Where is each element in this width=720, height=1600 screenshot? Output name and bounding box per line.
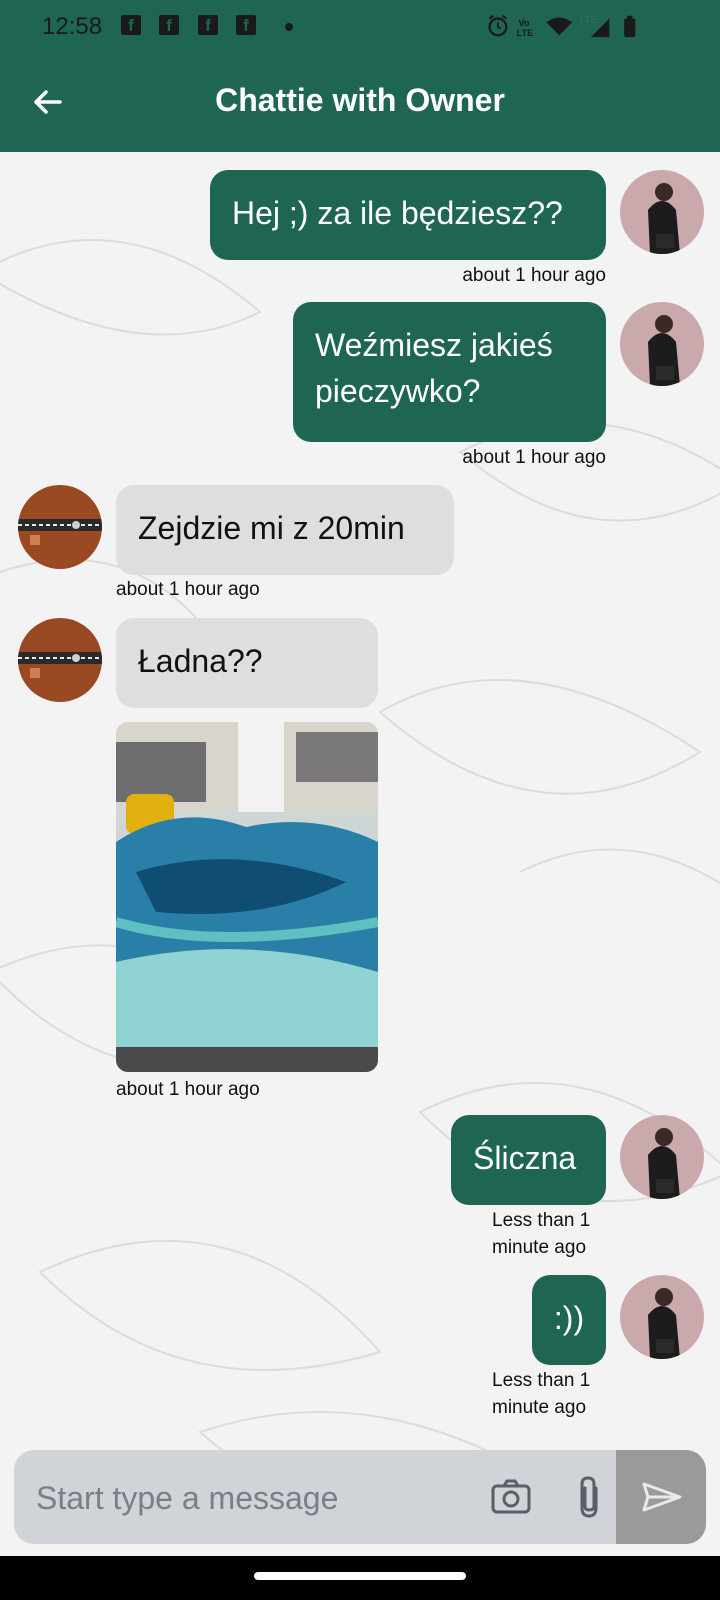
- resin-bowl-photo: [116, 722, 378, 1072]
- facebook-icon: f: [236, 15, 256, 35]
- avatar[interactable]: [18, 485, 102, 569]
- avatar[interactable]: [18, 618, 102, 702]
- battery-icon: [624, 15, 636, 38]
- message-timestamp: about 1 hour ago: [462, 447, 606, 468]
- user-avatar-image: [620, 302, 704, 386]
- network-type-label: LTE: [580, 15, 598, 26]
- message-text: Ładna??: [138, 643, 263, 679]
- user-avatar-image: [620, 1115, 704, 1199]
- more-notifications-dot: [285, 23, 293, 31]
- facebook-icon: f: [121, 15, 141, 35]
- message-timestamp: Less than 1 minute ago: [492, 1210, 591, 1258]
- message-bubble-outgoing[interactable]: :)): [532, 1275, 606, 1365]
- send-icon: [642, 1482, 682, 1512]
- avatar[interactable]: [620, 170, 704, 254]
- message-image[interactable]: [116, 722, 378, 1072]
- message-bubble-outgoing[interactable]: Śliczna: [451, 1115, 606, 1205]
- avatar[interactable]: [620, 1275, 704, 1359]
- chat-area[interactable]: Hej ;) za ile będziesz?? about 1 hour ag…: [0, 152, 720, 1448]
- status-bar: 12:58 f f f f Vo LTE LTE: [0, 0, 720, 52]
- message-text: Weźmiesz jakieś pieczywko?: [315, 327, 553, 409]
- facebook-icon: f: [159, 15, 179, 35]
- owner-avatar-image: [18, 618, 102, 702]
- message-timestamp: Less than 1 minute ago: [492, 1370, 591, 1418]
- message-composer: [14, 1450, 706, 1544]
- message-bubble-incoming[interactable]: Zejdzie mi z 20min: [116, 485, 454, 575]
- avatar[interactable]: [620, 302, 704, 386]
- page-title: Chattie with Owner: [215, 82, 505, 118]
- camera-icon[interactable]: [490, 1476, 532, 1518]
- message-text: :)): [553, 1300, 585, 1336]
- user-avatar-image: [620, 170, 704, 254]
- message-timestamp: about 1 hour ago: [116, 579, 260, 600]
- alarm-icon: [488, 14, 508, 37]
- message-text: Zejdzie mi z 20min: [138, 510, 405, 546]
- owner-avatar-image: [18, 485, 102, 569]
- user-avatar-image: [620, 1275, 704, 1359]
- message-bubble-incoming[interactable]: Ładna??: [116, 618, 378, 708]
- send-button[interactable]: [616, 1450, 706, 1544]
- wifi-icon: [546, 17, 573, 36]
- status-time: 12:58: [42, 13, 103, 40]
- volte-icon: Vo: [518, 18, 529, 28]
- app-bar: Chattie with Owner: [0, 52, 720, 152]
- message-text: Hej ;) za ile będziesz??: [232, 195, 563, 231]
- home-gesture-handle[interactable]: [254, 1572, 466, 1580]
- message-bubble-outgoing[interactable]: Hej ;) za ile będziesz??: [210, 170, 606, 260]
- system-navigation-bar: [0, 1556, 720, 1600]
- avatar[interactable]: [620, 1115, 704, 1199]
- message-input[interactable]: [34, 1468, 478, 1528]
- message-timestamp: about 1 hour ago: [462, 265, 606, 286]
- message-text: Śliczna: [473, 1140, 577, 1176]
- message-bubble-outgoing[interactable]: Weźmiesz jakieś pieczywko?: [293, 302, 606, 442]
- svg-text:LTE: LTE: [517, 28, 534, 38]
- system-status-icons: Vo LTE LTE: [488, 14, 636, 38]
- message-timestamp: about 1 hour ago: [116, 1079, 260, 1100]
- attachment-icon[interactable]: [572, 1474, 606, 1520]
- facebook-icon: f: [198, 15, 218, 35]
